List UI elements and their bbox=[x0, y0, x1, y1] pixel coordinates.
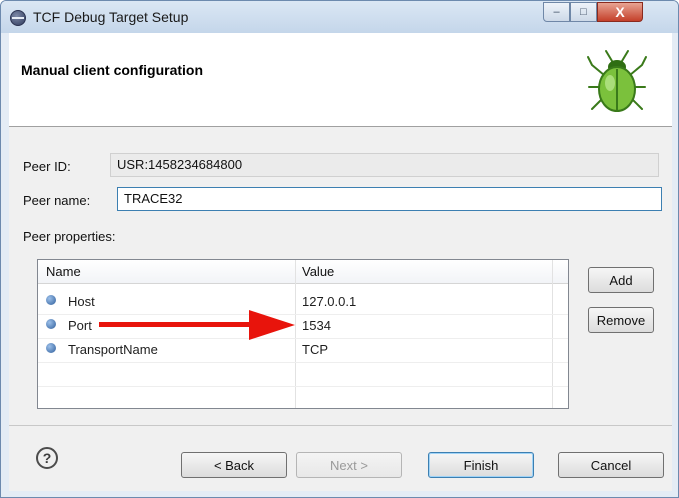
bug-icon bbox=[587, 50, 647, 112]
row-value: 1534 bbox=[302, 318, 331, 333]
row-name: Host bbox=[68, 294, 95, 309]
close-icon: X bbox=[615, 4, 625, 20]
dialog-content: Manual client configuration Peer ID: USR… bbox=[9, 33, 672, 491]
row-value: TCP bbox=[302, 342, 328, 357]
row-divider bbox=[38, 362, 568, 363]
peer-name-input[interactable]: TRACE32 bbox=[117, 187, 662, 211]
table-header: Name Value bbox=[38, 260, 568, 284]
property-icon bbox=[46, 343, 56, 353]
footer-divider bbox=[9, 425, 672, 426]
column-header-value[interactable]: Value bbox=[302, 264, 334, 279]
property-icon bbox=[46, 295, 56, 305]
window-title: TCF Debug Target Setup bbox=[33, 9, 189, 25]
wizard-banner: Manual client configuration bbox=[9, 33, 672, 127]
help-icon[interactable]: ? bbox=[36, 447, 58, 469]
dialog-window: TCF Debug Target Setup – □ X Manual clie… bbox=[0, 0, 679, 498]
row-name: TransportName bbox=[68, 342, 158, 357]
page-title: Manual client configuration bbox=[21, 62, 204, 78]
eclipse-icon bbox=[10, 10, 26, 26]
finish-button[interactable]: Finish bbox=[428, 452, 534, 478]
peer-id-label: Peer ID: bbox=[23, 159, 71, 174]
add-button[interactable]: Add bbox=[588, 267, 654, 293]
table-row[interactable]: TransportName TCP bbox=[38, 338, 568, 362]
cancel-button[interactable]: Cancel bbox=[558, 452, 664, 478]
close-button[interactable]: X bbox=[597, 2, 643, 22]
row-value: 127.0.0.1 bbox=[302, 294, 357, 309]
column-header-name[interactable]: Name bbox=[46, 264, 81, 279]
row-name: Port bbox=[68, 318, 92, 333]
property-icon bbox=[46, 319, 56, 329]
title-bar[interactable]: TCF Debug Target Setup – □ X bbox=[1, 1, 678, 33]
back-button[interactable]: < Back bbox=[181, 452, 287, 478]
maximize-button[interactable]: □ bbox=[570, 2, 597, 22]
annotation-arrow bbox=[99, 310, 295, 340]
peer-id-field: USR:1458234684800 bbox=[110, 153, 659, 177]
minimize-button[interactable]: – bbox=[543, 2, 570, 22]
minimize-icon: – bbox=[553, 6, 560, 18]
peer-properties-label: Peer properties: bbox=[23, 229, 116, 244]
next-button: Next > bbox=[296, 452, 402, 478]
remove-button[interactable]: Remove bbox=[588, 307, 654, 333]
row-divider bbox=[38, 386, 568, 387]
maximize-icon: □ bbox=[580, 6, 587, 18]
peer-name-label: Peer name: bbox=[23, 193, 91, 208]
